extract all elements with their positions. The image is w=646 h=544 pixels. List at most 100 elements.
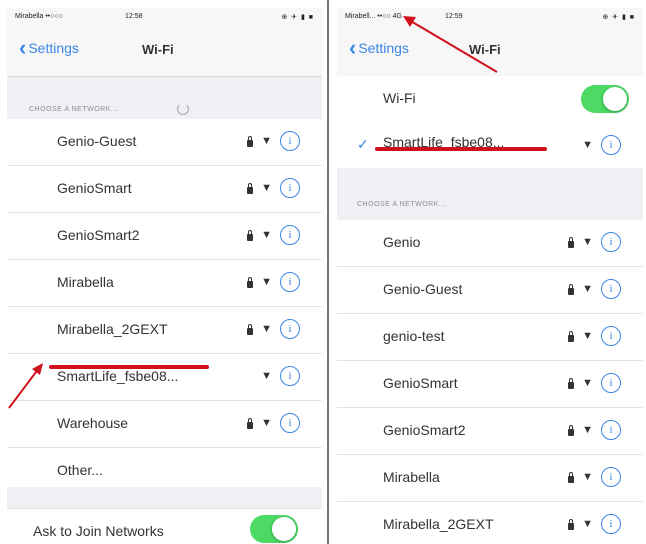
network-row[interactable]: Genio-Guest ▼ i	[337, 267, 643, 314]
lock-icon	[247, 323, 254, 335]
network-icons: ▼ i	[247, 272, 300, 292]
info-icon[interactable]: i	[601, 373, 621, 393]
network-name: GenioSmart	[57, 180, 132, 196]
annotation-arrow	[403, 16, 498, 73]
back-button[interactable]: ‹ Settings	[19, 35, 79, 60]
nav-bar: ‹ Settings Wi-Fi	[7, 26, 322, 77]
chevron-left-icon: ‹	[19, 35, 27, 60]
lock-icon	[247, 135, 254, 147]
lock-icon	[568, 377, 575, 389]
network-name: genio-test	[383, 328, 445, 344]
network-row[interactable]: Warehouse ▼ i	[7, 401, 322, 448]
network-icons: ▼ i	[568, 420, 621, 440]
carrier-text: Mirabell... ••○○ 4G	[345, 13, 402, 20]
annotation-underline	[49, 365, 209, 369]
network-name: Genio	[383, 234, 421, 250]
right-screenshot: Mirabell... ••○○ 4G 12:59 ⊕ ✈ ▮ ■ ‹ Sett…	[337, 8, 643, 544]
network-icons: ▼ i	[568, 373, 621, 393]
network-row[interactable]: Genio ▼ i	[337, 220, 643, 267]
section-header: CHOOSE A NETWORK...	[337, 168, 643, 220]
chevron-left-icon: ‹	[349, 35, 357, 60]
ask-to-join-toggle[interactable]	[250, 515, 298, 543]
network-name: SmartLife_fsbe08...	[57, 368, 179, 384]
info-icon[interactable]: i	[280, 225, 300, 245]
lock-icon	[568, 236, 575, 248]
network-row[interactable]: Mirabella ▼ i	[7, 260, 322, 307]
network-row[interactable]: Mirabella_2GEXT ▼ i	[337, 502, 643, 544]
network-name: Genio-Guest	[383, 281, 463, 297]
wifi-label: Wi-Fi	[383, 90, 416, 106]
network-row[interactable]: SmartLife_fsbe08... ▼ i	[7, 354, 322, 401]
wifi-icon: ▼	[582, 471, 593, 483]
info-icon[interactable]: i	[280, 319, 300, 339]
wifi-icon: ▼	[261, 135, 272, 147]
network-name: Mirabella	[57, 274, 114, 290]
network-row[interactable]: Genio-Guest ▼ i	[7, 119, 322, 166]
left-screenshot: Mirabella ••○○○ 12:58 ⊕ ✈ ▮ ■ ‹ Settings…	[7, 8, 322, 544]
info-icon[interactable]: i	[601, 467, 621, 487]
section-header-label: CHOOSE A NETWORK...	[29, 106, 119, 113]
network-row[interactable]: GenioSmart ▼ i	[7, 166, 322, 213]
section-header-label: CHOOSE A NETWORK...	[357, 201, 447, 208]
status-icons: ⊕ ✈ ▮ ■	[602, 14, 635, 21]
lock-icon	[247, 276, 254, 288]
info-icon[interactable]: i	[601, 420, 621, 440]
network-row[interactable]: Mirabella ▼ i	[337, 455, 643, 502]
wifi-toggle[interactable]	[581, 85, 629, 113]
wifi-icon: ▼	[582, 518, 593, 530]
lock-icon	[568, 283, 575, 295]
back-label: Settings	[28, 40, 79, 56]
wifi-icon: ▼	[261, 323, 272, 335]
network-icons: ▼ i	[568, 232, 621, 252]
info-icon[interactable]: i	[601, 232, 621, 252]
lock-icon	[568, 471, 575, 483]
network-name: Genio-Guest	[57, 133, 137, 149]
network-row[interactable]: Mirabella_2GEXT ▼ i	[7, 307, 322, 354]
network-row[interactable]: GenioSmart2 ▼ i	[337, 408, 643, 455]
section-header: CHOOSE A NETWORK...	[7, 77, 322, 119]
annotation-underline	[375, 147, 547, 151]
network-icons: ▼ i	[568, 279, 621, 299]
info-icon[interactable]: i	[280, 366, 300, 386]
network-icons: ▼ i	[568, 514, 621, 534]
network-row[interactable]: genio-test ▼ i	[337, 314, 643, 361]
lock-icon	[568, 518, 575, 530]
status-icons: ⊕ ✈ ▮ ■	[281, 14, 314, 21]
lock-icon	[247, 182, 254, 194]
connected-network-row[interactable]: ✓ SmartLife_fsbe08... ▼ i	[337, 122, 643, 168]
wifi-icon: ▼	[582, 283, 593, 295]
ask-to-join-label: Ask to Join Networks	[33, 523, 164, 539]
info-icon[interactable]: i	[280, 178, 300, 198]
info-icon[interactable]: i	[601, 514, 621, 534]
network-row[interactable]: GenioSmart2 ▼ i	[7, 213, 322, 260]
info-icon[interactable]: i	[280, 272, 300, 292]
network-icons: ▼ i	[568, 467, 621, 487]
wifi-icon: ▼	[261, 370, 272, 382]
network-row[interactable]: GenioSmart ▼ i	[337, 361, 643, 408]
network-name: Other...	[57, 462, 103, 478]
wifi-icon: ▼	[261, 229, 272, 241]
info-icon[interactable]: i	[280, 131, 300, 151]
wifi-icon: ▼	[582, 377, 593, 389]
info-icon[interactable]: i	[601, 326, 621, 346]
lock-icon	[568, 424, 575, 436]
wifi-icon: ▼	[261, 417, 272, 429]
network-name: GenioSmart	[383, 375, 458, 391]
wifi-icon: ▼	[261, 276, 272, 288]
network-list: Genio-Guest ▼ i GenioSmart ▼ i GenioSmart2 ▼ i Mi…	[7, 119, 322, 495]
network-name: Mirabella	[383, 469, 440, 485]
info-icon[interactable]: i	[601, 279, 621, 299]
network-icons: ▼ i	[247, 178, 300, 198]
ask-to-join-row[interactable]: Ask to Join Networks	[7, 508, 322, 544]
status-bar: Mirabella ••○○○ 12:58 ⊕ ✈ ▮ ■	[7, 8, 322, 26]
info-icon[interactable]: i	[601, 135, 621, 155]
network-name: Mirabella_2GEXT	[57, 321, 168, 337]
network-icons: ▼ i	[247, 131, 300, 151]
toggle-knob	[272, 517, 296, 541]
network-icons: ▼ i	[247, 319, 300, 339]
wifi-icon: ▼	[261, 182, 272, 194]
network-list: Genio ▼ i Genio-Guest ▼ i genio-test ▼ i GenioSma…	[337, 220, 643, 544]
panel-divider	[327, 0, 329, 544]
info-icon[interactable]: i	[280, 413, 300, 433]
wifi-icon: ▼	[582, 424, 593, 436]
